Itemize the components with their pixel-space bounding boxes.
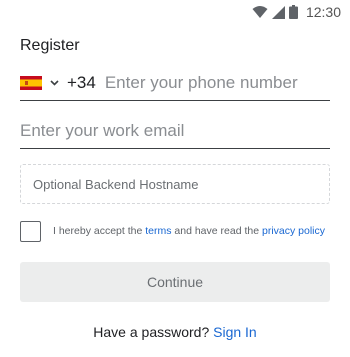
- wifi-icon: [252, 6, 268, 18]
- signin-row: Have a password? Sign In: [0, 324, 350, 340]
- phone-field[interactable]: +34 Enter your phone number: [20, 65, 330, 101]
- terms-row: I hereby accept the terms and have read …: [20, 219, 332, 243]
- continue-label: Continue: [146, 274, 204, 290]
- cell-signal-icon: [271, 5, 285, 19]
- signin-prompt: Have a password?: [93, 324, 214, 340]
- page-title: Register: [20, 37, 80, 54]
- phone-input[interactable]: Enter your phone number: [105, 73, 298, 93]
- email-input[interactable]: Enter your work email: [20, 121, 184, 141]
- terms-link[interactable]: terms: [145, 225, 171, 237]
- backend-hostname-input[interactable]: Optional Backend Hostname: [33, 177, 198, 192]
- terms-middle: and have read the: [171, 225, 262, 237]
- battery-icon: [288, 5, 298, 19]
- terms-text: I hereby accept the terms and have read …: [53, 225, 325, 237]
- chevron-down-icon[interactable]: [50, 79, 59, 86]
- backend-hostname-field[interactable]: Optional Backend Hostname: [20, 164, 330, 204]
- continue-button[interactable]: Continue: [20, 262, 330, 302]
- terms-checkbox[interactable]: [20, 220, 41, 242]
- signin-link[interactable]: Sign In: [213, 324, 257, 340]
- status-time: 12:30: [305, 4, 341, 20]
- terms-prefix: I hereby accept the: [53, 225, 146, 237]
- dial-code[interactable]: +34: [67, 73, 96, 93]
- email-field[interactable]: Enter your work email: [20, 114, 330, 149]
- status-bar: 12:30: [0, 0, 350, 24]
- spain-flag-icon[interactable]: [20, 75, 42, 90]
- privacy-policy-link[interactable]: privacy policy: [262, 225, 325, 237]
